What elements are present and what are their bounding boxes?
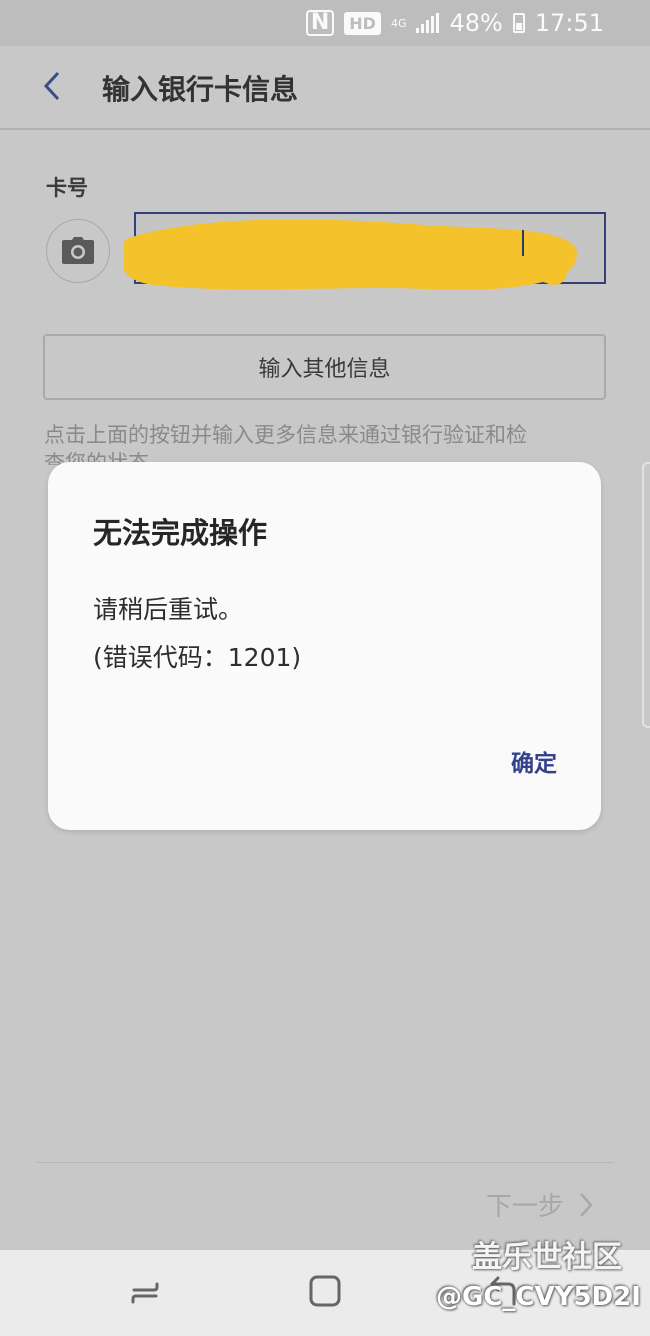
confirm-button[interactable]: 确定 bbox=[511, 744, 557, 778]
watermark-id: @GC_CVY5D2I bbox=[436, 1282, 641, 1312]
enter-other-info-button[interactable]: 输入其他信息 bbox=[43, 334, 606, 400]
battery-percent: 48% bbox=[449, 9, 503, 37]
network-type: 4G bbox=[390, 16, 407, 30]
nfc-icon: N bbox=[305, 10, 335, 36]
back-button[interactable] bbox=[30, 62, 74, 110]
status-bar: N HD 4G 48% 17:51 bbox=[0, 0, 650, 46]
text-cursor bbox=[522, 230, 524, 256]
chevron-right-icon bbox=[580, 1192, 593, 1217]
camera-icon bbox=[62, 237, 94, 264]
home-icon[interactable] bbox=[308, 1274, 342, 1308]
footer-divider bbox=[36, 1162, 614, 1163]
battery-icon bbox=[512, 13, 525, 33]
next-step-label: 下一步 bbox=[485, 1192, 564, 1222]
dialog-title: 无法完成操作 bbox=[93, 516, 268, 550]
error-dialog: 无法完成操作 请稍后重试。 (错误代码：1201) 确定 bbox=[48, 462, 601, 830]
card-number-input[interactable] bbox=[124, 212, 606, 290]
page-title: 输入银行卡信息 bbox=[102, 73, 299, 106]
clock: 17:51 bbox=[534, 9, 604, 37]
redaction-scribble bbox=[124, 220, 577, 290]
hd-voice-badge: HD bbox=[344, 11, 381, 35]
dialog-message: 请稍后重试。 bbox=[93, 595, 244, 624]
next-step-button[interactable]: 下一步 bbox=[486, 1186, 594, 1223]
scroll-indicator[interactable] bbox=[642, 462, 650, 728]
watermark-title: 盖乐世社区 bbox=[472, 1240, 622, 1275]
scan-card-button[interactable] bbox=[46, 219, 110, 283]
chevron-left-icon bbox=[43, 71, 60, 101]
recent-apps-icon[interactable] bbox=[130, 1276, 160, 1310]
verification-hint: 点击上面的按钮并输入更多信息来通过银行验证和检查您的状态 bbox=[44, 423, 527, 465]
dialog-error-code: (错误代码：1201) bbox=[93, 643, 302, 672]
signal-icon bbox=[416, 13, 440, 33]
network-indicator: 4G bbox=[391, 18, 407, 29]
toolbar: 输入银行卡信息 bbox=[0, 46, 650, 130]
card-number-label: 卡号 bbox=[46, 176, 88, 200]
